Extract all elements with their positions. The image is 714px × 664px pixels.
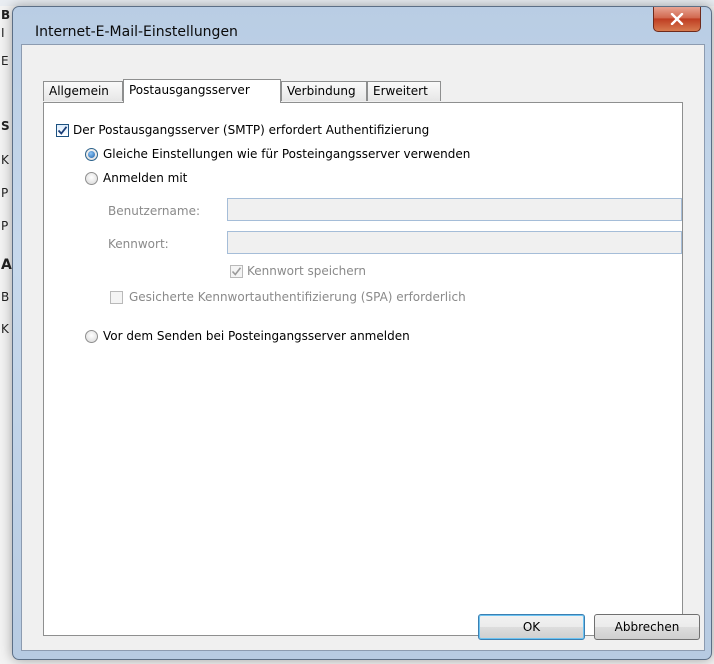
tab-allgemein[interactable]: Allgemein <box>43 81 123 101</box>
background-text: P <box>1 186 9 200</box>
background-text: E <box>1 54 9 68</box>
smtp-auth-checkbox[interactable] <box>56 123 69 137</box>
password-label: Kennwort: <box>108 237 169 251</box>
smtp-auth-label: Der Postausgangsserver (SMTP) erfordert … <box>73 123 430 137</box>
ok-button[interactable]: OK <box>478 614 585 640</box>
tab-verbindung[interactable]: Verbindung <box>281 81 367 101</box>
background-text: I <box>1 26 5 40</box>
background-text: K <box>1 322 9 336</box>
background-text: B <box>1 290 10 304</box>
radio-pop-before-smtp-label: Vor dem Senden bei Posteingangsserver an… <box>103 329 410 343</box>
radio-selected-dot-icon <box>88 150 95 158</box>
cancel-button[interactable]: Abbrechen <box>594 614 700 640</box>
username-field[interactable] <box>227 198 682 221</box>
tab-erweitert[interactable]: Erweitert <box>367 81 441 101</box>
radio-login-with[interactable] <box>85 171 98 185</box>
radio-login-with-label: Anmelden mit <box>103 171 188 185</box>
radio-same-settings-option[interactable]: Gleiche Einstellungen wie für Posteingan… <box>85 147 470 161</box>
background-text: K <box>1 153 9 167</box>
radio-same-settings[interactable] <box>85 147 98 161</box>
checkmark-icon <box>231 266 242 276</box>
radio-pop-before-smtp[interactable] <box>85 329 98 343</box>
checkmark-icon <box>57 125 68 135</box>
background-text: S <box>1 119 10 133</box>
spa-label: Gesicherte Kennwortauthentifizierung (SP… <box>129 290 466 304</box>
save-password-label: Kennwort speichern <box>247 264 366 278</box>
close-x-icon <box>670 13 684 25</box>
email-settings-dialog: Internet-E-Mail-Einstellungen Allgemein … <box>12 6 712 660</box>
tab-postausgangsserver[interactable]: Postausgangsserver <box>123 79 281 103</box>
smtp-auth-option[interactable]: Der Postausgangsserver (SMTP) erfordert … <box>56 123 429 137</box>
spa-option[interactable]: Gesicherte Kennwortauthentifizierung (SP… <box>110 290 466 304</box>
title-bar[interactable]: Internet-E-Mail-Einstellungen <box>13 7 711 45</box>
background-text: B <box>1 8 11 22</box>
save-password-checkbox[interactable] <box>230 264 243 278</box>
password-field[interactable] <box>227 231 682 254</box>
background-text: A <box>1 257 12 273</box>
spa-checkbox[interactable] <box>110 290 123 304</box>
dialog-title: Internet-E-Mail-Einstellungen <box>35 24 238 40</box>
close-button[interactable] <box>653 7 701 32</box>
username-label: Benutzername: <box>108 204 201 218</box>
background-text: P <box>1 219 9 233</box>
radio-same-settings-label: Gleiche Einstellungen wie für Posteingan… <box>103 147 471 161</box>
dialog-client-area: Allgemein Postausgangsserver Verbindung … <box>21 44 705 651</box>
radio-pop-before-smtp-option[interactable]: Vor dem Senden bei Posteingangsserver an… <box>85 329 410 343</box>
radio-login-with-option[interactable]: Anmelden mit <box>85 171 187 185</box>
save-password-option[interactable]: Kennwort speichern <box>230 264 366 278</box>
tab-panel-postausgangsserver: Der Postausgangsserver (SMTP) erfordert … <box>43 102 683 636</box>
